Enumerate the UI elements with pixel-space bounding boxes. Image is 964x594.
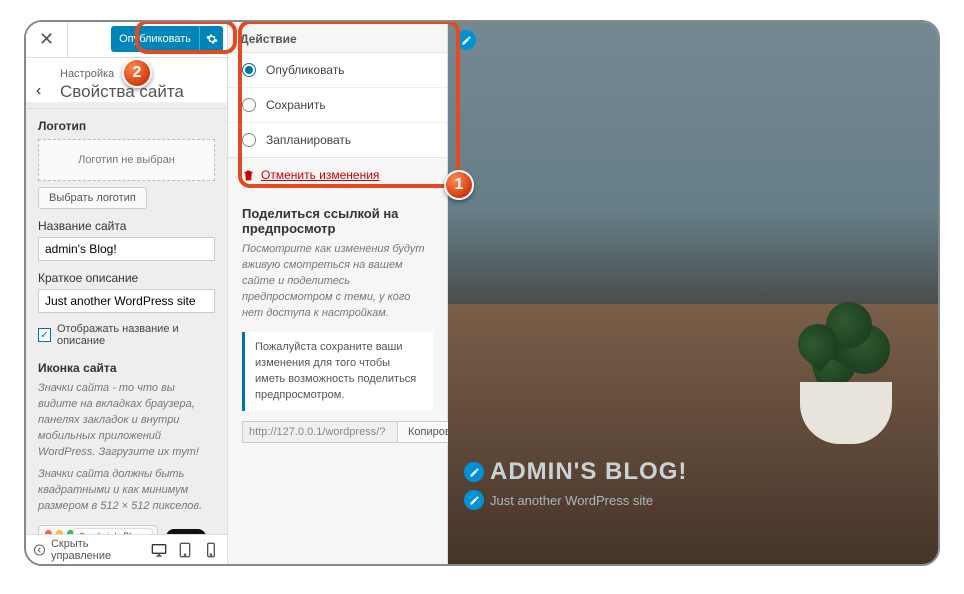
tablet-icon[interactable] bbox=[177, 542, 193, 558]
mobile-icon[interactable] bbox=[203, 542, 219, 558]
radio-label: Опубликовать bbox=[266, 63, 344, 77]
checkbox-icon: ✓ bbox=[38, 328, 51, 342]
logo-dropzone[interactable]: Логотип не выбран bbox=[38, 139, 215, 181]
preview-tagline-text: Just another WordPress site bbox=[490, 493, 653, 508]
collapse-label: Скрыть управление bbox=[51, 538, 143, 562]
preview-site-title: ADMIN'S BLOG! bbox=[464, 458, 687, 486]
preview-title-text: ADMIN'S BLOG! bbox=[490, 458, 687, 486]
customizer-sidebar: ✕ Опубликовать ‹ Настройка Свойства сайт… bbox=[26, 22, 228, 564]
radio-icon bbox=[242, 98, 256, 112]
publish-button-group: Опубликовать bbox=[111, 26, 223, 52]
publish-settings-gear[interactable] bbox=[199, 26, 223, 52]
logo-heading: Логотип bbox=[38, 119, 215, 133]
share-description: Посмотрите как изменения будут вживую см… bbox=[228, 242, 447, 332]
desktop-icon[interactable] bbox=[151, 542, 167, 558]
show-title-checkbox-row[interactable]: ✓ Отображать название и описание bbox=[38, 323, 215, 347]
site-name-input[interactable] bbox=[38, 237, 215, 261]
traffic-light-yellow-icon bbox=[56, 530, 63, 535]
share-url-input[interactable] bbox=[242, 421, 397, 443]
tagline-label: Краткое описание bbox=[38, 271, 215, 285]
back-button[interactable]: ‹ bbox=[36, 82, 41, 100]
mock-tab-text: admin's Blo bbox=[90, 531, 136, 534]
action-radio-list: Опубликовать Сохранить Запланировать bbox=[228, 52, 447, 158]
gear-icon bbox=[206, 33, 218, 45]
select-logo-button[interactable]: Выбрать логотип bbox=[38, 187, 147, 209]
pencil-icon bbox=[461, 35, 472, 46]
traffic-light-red-icon bbox=[45, 530, 52, 535]
browser-mockup: admin's Blo ‹ › ⌂ www. bbox=[38, 525, 158, 535]
radio-icon bbox=[242, 63, 256, 77]
collapse-bar: Скрыть управление bbox=[26, 534, 227, 564]
action-option-schedule[interactable]: Запланировать bbox=[228, 123, 447, 157]
chevron-left-icon bbox=[34, 544, 45, 556]
close-button[interactable]: ✕ bbox=[26, 22, 68, 58]
tagline-input[interactable] bbox=[38, 289, 215, 313]
site-icon-help-1: Значки сайта - то что вы видите на вклад… bbox=[38, 381, 215, 461]
favicon-tab-icon bbox=[78, 532, 87, 535]
radio-label: Сохранить bbox=[266, 98, 326, 112]
share-url-row: Копировать bbox=[242, 421, 433, 443]
discard-label: Отменить изменения bbox=[261, 168, 379, 182]
edit-header-shortcut[interactable] bbox=[456, 30, 476, 50]
pencil-icon bbox=[469, 495, 480, 506]
favicon-preview-row: admin's Blo ‹ › ⌂ www. bbox=[38, 525, 215, 535]
site-name-label: Название сайта bbox=[38, 219, 215, 233]
share-heading: Поделиться ссылкой на предпросмотр bbox=[228, 192, 447, 242]
discard-changes-link[interactable]: Отменить изменения bbox=[228, 158, 447, 192]
preview-site-tagline: Just another WordPress site bbox=[464, 490, 687, 510]
radio-icon bbox=[242, 133, 256, 147]
edit-tagline-shortcut[interactable] bbox=[464, 490, 484, 510]
share-save-notice: Пожалуйста сохраните ваши изменения для … bbox=[242, 332, 433, 412]
annotation-marker-2: 2 bbox=[122, 58, 152, 88]
site-icon-help-2: Значки сайта должны быть квадратными и к… bbox=[38, 467, 215, 515]
trash-icon bbox=[242, 169, 255, 182]
action-option-save[interactable]: Сохранить bbox=[228, 88, 447, 123]
action-heading: Действие bbox=[228, 22, 447, 52]
collapse-sidebar-button[interactable]: Скрыть управление bbox=[34, 538, 143, 562]
radio-label: Запланировать bbox=[266, 133, 351, 147]
site-icon-heading: Иконка сайта bbox=[38, 361, 215, 375]
sidebar-topbar: ✕ Опубликовать bbox=[26, 22, 227, 58]
preview-plant bbox=[770, 264, 920, 444]
show-title-label: Отображать название и описание bbox=[57, 323, 215, 347]
publish-button[interactable]: Опубликовать bbox=[111, 26, 199, 52]
publish-settings-popout: Действие Опубликовать Сохранить Запланир… bbox=[228, 22, 448, 564]
site-preview: ADMIN'S BLOG! Just another WordPress sit… bbox=[448, 22, 938, 564]
pencil-icon bbox=[469, 467, 480, 478]
annotation-marker-1: 1 bbox=[444, 170, 474, 200]
edit-title-shortcut[interactable] bbox=[464, 462, 484, 482]
action-option-publish[interactable]: Опубликовать bbox=[228, 53, 447, 88]
